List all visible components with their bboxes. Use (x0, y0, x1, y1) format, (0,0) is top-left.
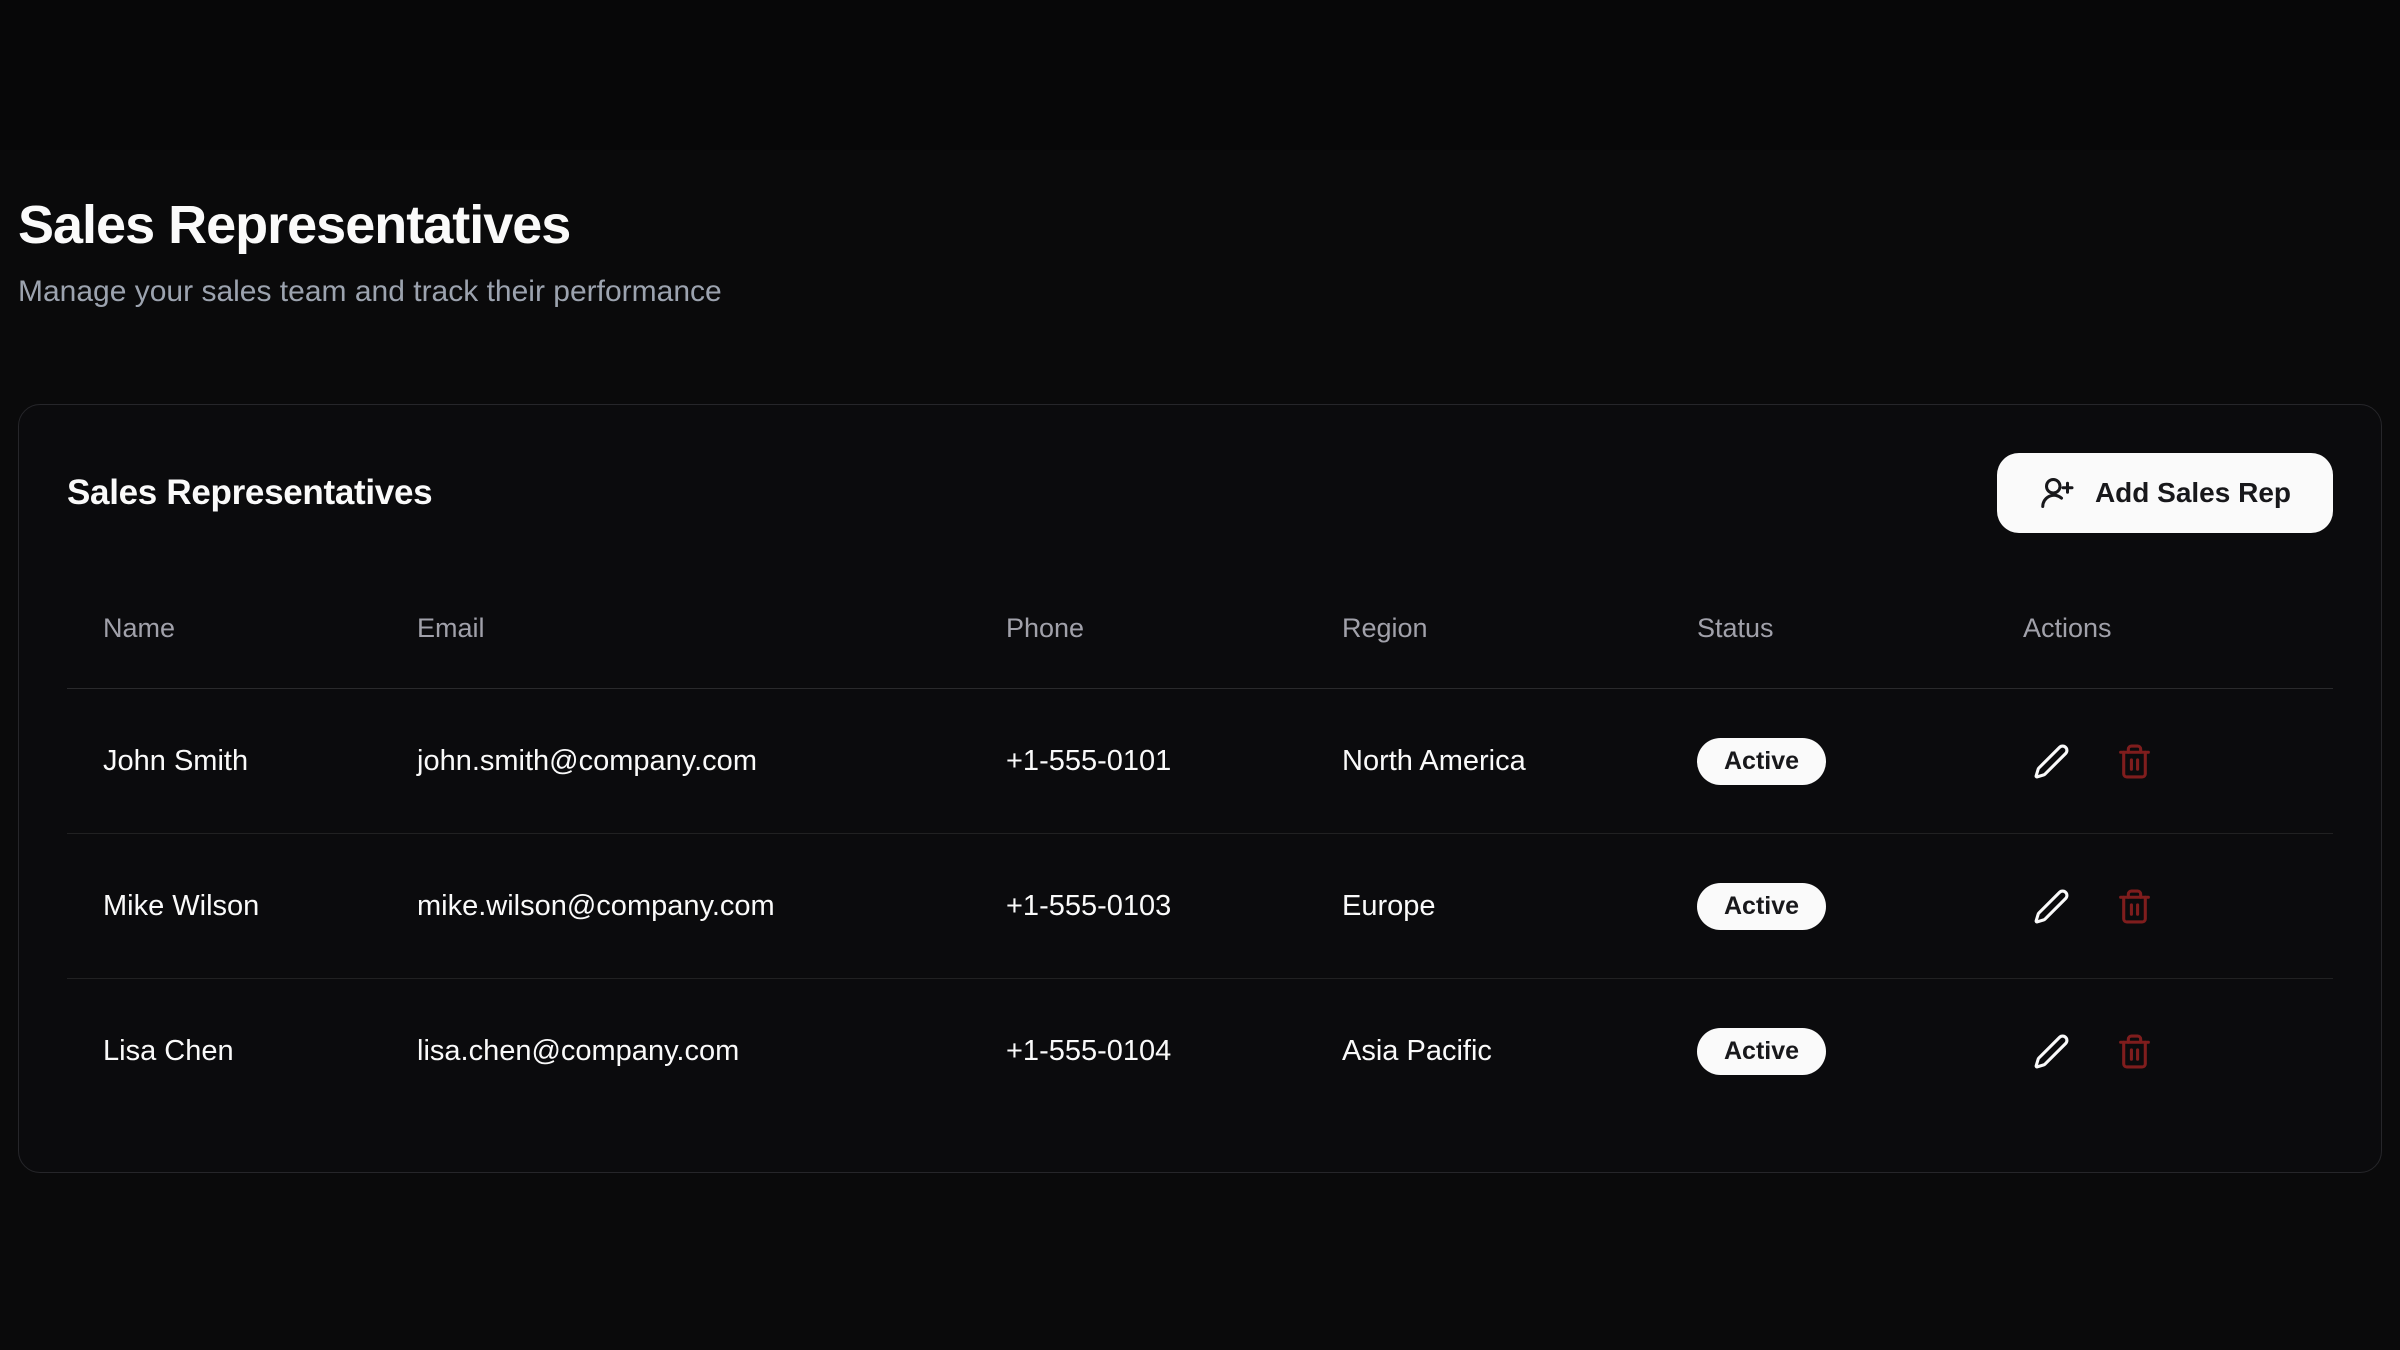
edit-button[interactable] (2023, 733, 2080, 790)
rep-status-cell: Active (1661, 689, 1987, 834)
rep-email: mike.wilson@company.com (381, 834, 970, 979)
card-title: Sales Representatives (67, 473, 432, 513)
rep-status-cell: Active (1661, 834, 1987, 979)
rep-name: Lisa Chen (67, 979, 381, 1124)
table-row: Lisa Chen lisa.chen@company.com +1-555-0… (67, 979, 2333, 1124)
sales-reps-card: Sales Representatives Add Sales Rep (18, 404, 2382, 1173)
rep-email: lisa.chen@company.com (381, 979, 970, 1124)
page-header: Sales Representatives Manage your sales … (18, 150, 2382, 310)
column-header-name: Name (67, 573, 381, 689)
column-header-region: Region (1306, 573, 1661, 689)
rep-phone: +1-555-0104 (970, 979, 1306, 1124)
trash-icon (2116, 743, 2153, 780)
rep-status-cell: Active (1661, 979, 1987, 1124)
rep-region: Asia Pacific (1306, 979, 1661, 1124)
trash-icon (2116, 888, 2153, 925)
trash-icon (2116, 1033, 2153, 1070)
rep-name: John Smith (67, 689, 381, 834)
pencil-icon (2033, 1033, 2070, 1070)
rep-region: Europe (1306, 834, 1661, 979)
rep-name: Mike Wilson (67, 834, 381, 979)
sales-reps-table: Name Email Phone Region Status Actions J… (67, 573, 2333, 1124)
table-row: John Smith john.smith@company.com +1-555… (67, 689, 2333, 834)
rep-actions-cell (1987, 979, 2333, 1124)
add-sales-rep-label: Add Sales Rep (2095, 477, 2291, 509)
page-title: Sales Representatives (18, 194, 2382, 256)
page-subtitle: Manage your sales team and track their p… (18, 274, 2382, 310)
pencil-icon (2033, 743, 2070, 780)
status-badge: Active (1697, 738, 1826, 785)
delete-button[interactable] (2106, 1023, 2163, 1080)
rep-phone: +1-555-0103 (970, 834, 1306, 979)
rep-region: North America (1306, 689, 1661, 834)
column-header-phone: Phone (970, 573, 1306, 689)
card-header: Sales Representatives Add Sales Rep (67, 453, 2333, 533)
table-row: Mike Wilson mike.wilson@company.com +1-5… (67, 834, 2333, 979)
column-header-email: Email (381, 573, 970, 689)
delete-button[interactable] (2106, 878, 2163, 935)
delete-button[interactable] (2106, 733, 2163, 790)
edit-button[interactable] (2023, 1023, 2080, 1080)
edit-button[interactable] (2023, 878, 2080, 935)
page: Sales Representatives Manage your sales … (0, 150, 2400, 1173)
table-body: John Smith john.smith@company.com +1-555… (67, 689, 2333, 1124)
pencil-icon (2033, 888, 2070, 925)
add-sales-rep-button[interactable]: Add Sales Rep (1997, 453, 2333, 533)
column-header-status: Status (1661, 573, 1987, 689)
rep-phone: +1-555-0101 (970, 689, 1306, 834)
status-badge: Active (1697, 1028, 1826, 1075)
table-header: Name Email Phone Region Status Actions (67, 573, 2333, 689)
top-header-band (0, 0, 2400, 150)
rep-actions-cell (1987, 689, 2333, 834)
rep-actions-cell (1987, 834, 2333, 979)
rep-email: john.smith@company.com (381, 689, 970, 834)
column-header-actions: Actions (1987, 573, 2333, 689)
status-badge: Active (1697, 883, 1826, 930)
user-plus-icon (2039, 475, 2075, 511)
